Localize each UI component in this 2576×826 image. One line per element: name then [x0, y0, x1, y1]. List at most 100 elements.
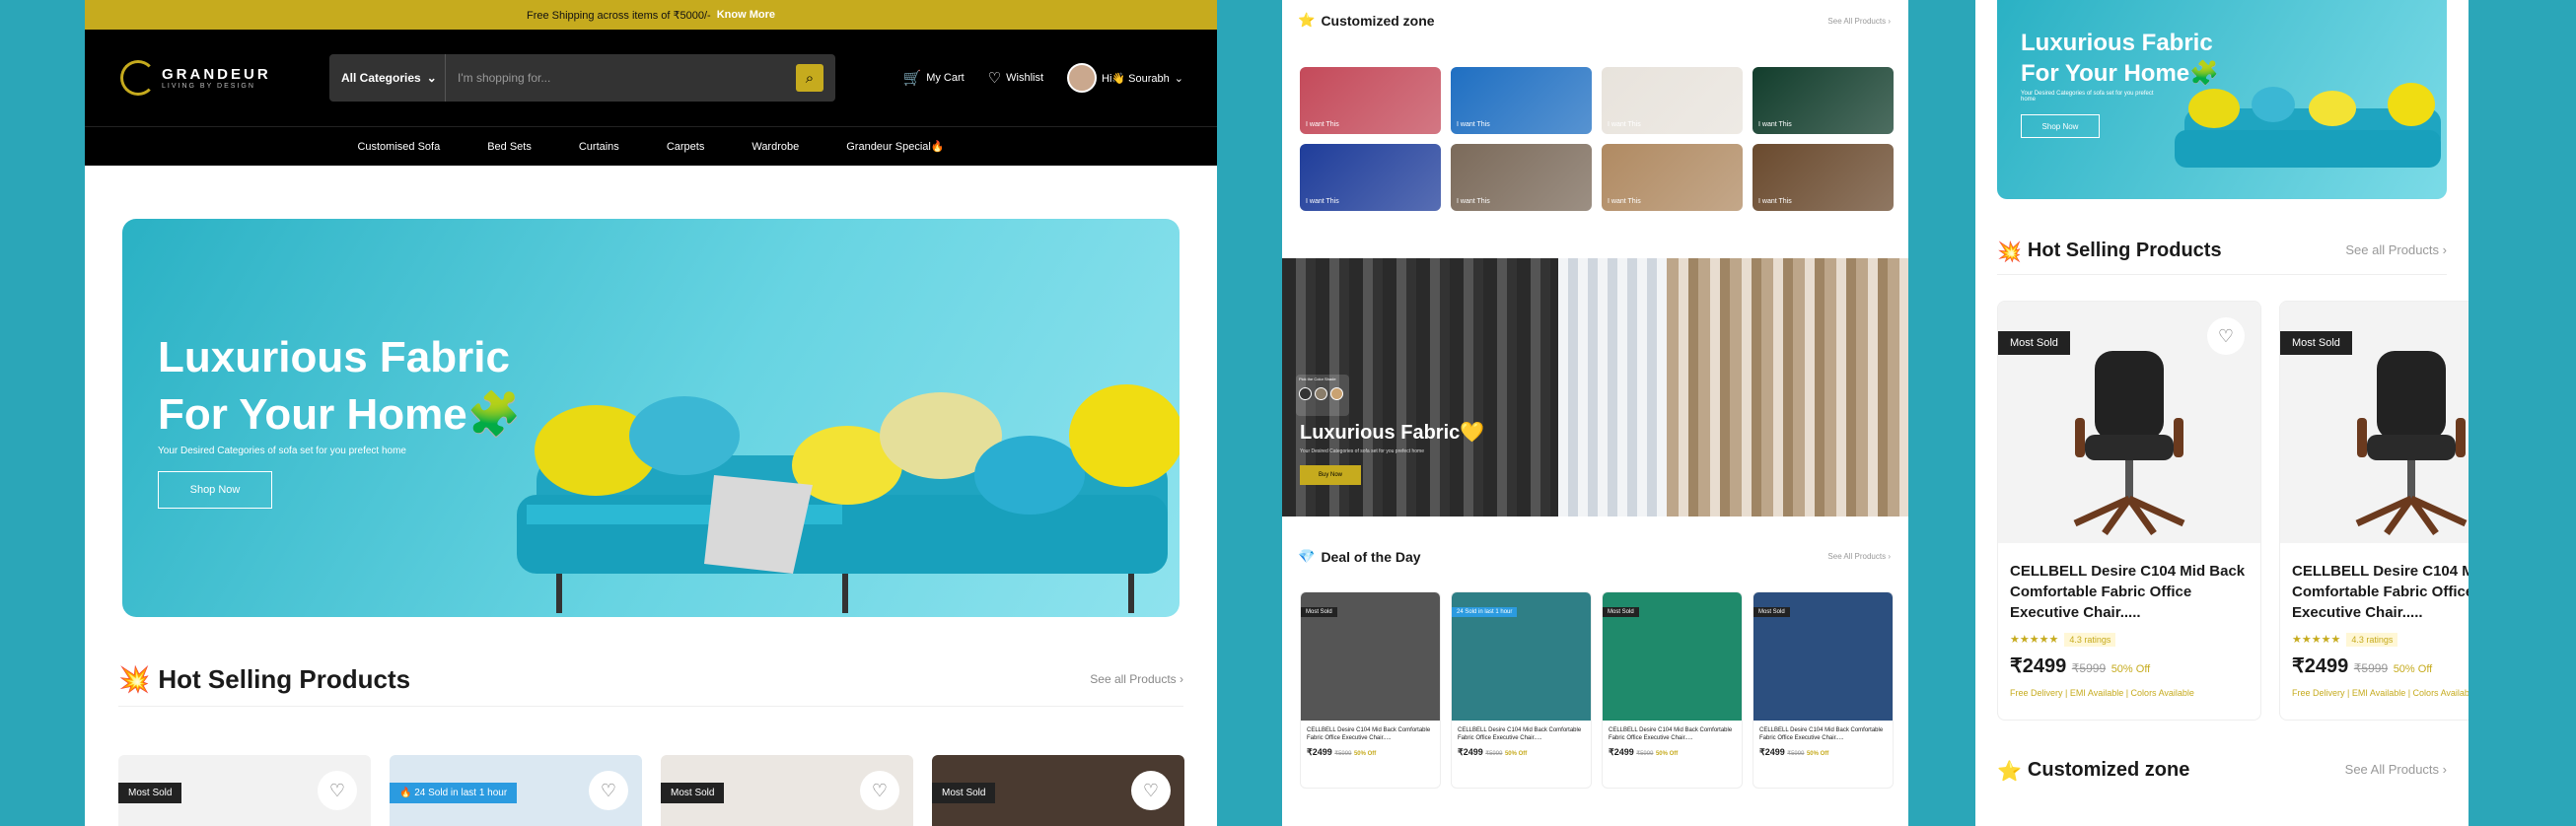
product-title: CELLBELL Desire C104 Mid Back Comfortabl… [1307, 727, 1431, 741]
customized-zone-heading: ⭐ Customized zone [1997, 759, 2190, 783]
fabric-swatch[interactable]: I want This [1300, 144, 1441, 211]
fabric-swatch[interactable]: I want This [1300, 67, 1441, 134]
nav-item-wardrobe[interactable]: Wardrobe [751, 141, 799, 153]
diamond-icon: 💎 [1298, 548, 1316, 564]
deal-card[interactable]: Most Sold CELLBELL Desire C104 Mid Back C… [1602, 591, 1743, 789]
shop-now-button[interactable]: Shop Now [158, 471, 272, 509]
shade-swatch[interactable] [1315, 387, 1327, 400]
fabric-swatch-label: I want This [1306, 198, 1339, 205]
hot-selling-heading: 💥 Hot Selling Products [118, 664, 411, 694]
cart-link[interactable]: 🛒 My Cart [903, 69, 965, 87]
product-image: Most Sold♡ [2280, 302, 2469, 543]
product-badge: Most Sold [118, 783, 182, 803]
fabric-swatch-label: I want This [1608, 198, 1641, 205]
color-shade-picker[interactable]: Pick the Color Shade [1296, 375, 1349, 416]
product-card[interactable]: Most Sold ♡ [932, 755, 1184, 826]
product-badge: Most Sold [2280, 331, 2352, 355]
site-header: GRANDEUR LIVING BY DESIGN All Categories… [85, 30, 1217, 126]
curtain-banner-title: Luxurious Fabric💛 [1300, 422, 1485, 444]
customized-zone-page: ⭐ Customized zone See All Products › I wa… [1282, 0, 1908, 826]
product-title: CELLBELL Desire C104 Mid Back Comfortabl… [1609, 727, 1733, 741]
product-badge: Most Sold [1753, 607, 1790, 617]
product-card[interactable]: Most Sold ♡ [118, 755, 371, 826]
see-all-products-link[interactable]: See all Products › [1090, 672, 1183, 686]
product-price-row: ₹2499 ₹5999 50% Off [2010, 655, 2151, 677]
search-icon: ⌕ [805, 69, 815, 87]
category-nav: Customised Sofa Bed Sets Curtains Carpet… [85, 126, 1217, 166]
shade-swatch[interactable] [1330, 387, 1343, 400]
rating-row: ★★★★★ 4.3 ratings [2280, 623, 2469, 647]
mobile-home-page: Luxurious Fabric For Your Home🧩 Your Desi… [1975, 0, 2469, 826]
cart-icon: 🛒 [902, 70, 922, 87]
desktop-home-page: Free Shipping across items of ₹5000/- Kn… [85, 0, 1217, 826]
delivery-info: Free Delivery | EMI Available | Colors A… [2292, 688, 2469, 698]
product-badge: Most Sold [661, 783, 725, 803]
product-title: CELLBELL Desire C104 Mid Back Comfortabl… [1759, 727, 1884, 741]
brand-logo[interactable]: GRANDEUR LIVING BY DESIGN [120, 60, 271, 96]
fabric-swatch[interactable]: I want This [1451, 67, 1592, 134]
product-card[interactable]: Most Sold ♡ [661, 755, 913, 826]
cart-label: My Cart [926, 72, 965, 84]
deal-card[interactable]: Most Sold CELLBELL Desire C104 Mid Back C… [1753, 591, 1894, 789]
star-rating-icon: ★★★★★ [2292, 634, 2341, 646]
hot-selling-heading: 💥 Hot Selling Products [1997, 240, 2222, 263]
fabric-swatch-label: I want This [1306, 121, 1339, 128]
avatar [1067, 63, 1098, 93]
know-more-link[interactable]: Know More [717, 9, 775, 21]
product-badge: Most Sold [1301, 607, 1337, 617]
product-badge: Most Sold [1998, 331, 2070, 355]
deal-card[interactable]: 24 Sold in last 1 hour CELLBELL Desire C1… [1451, 591, 1592, 789]
fabric-swatch[interactable]: I want This [1602, 144, 1743, 211]
brand-tagline: LIVING BY DESIGN [162, 83, 255, 90]
sparkle-icon: 💥 [1997, 241, 2022, 263]
delivery-info: Free Delivery | EMI Available | Colors A… [2010, 688, 2194, 698]
hero-subtitle: Your Desired Categories of sofa set for … [2021, 91, 2154, 103]
search-bar: All Categories ⌄ I'm shopping for... ⌕ [329, 54, 835, 102]
product-card[interactable]: 🔥 24 Sold in last 1 hour ♡ [390, 755, 642, 826]
shade-swatch[interactable] [1299, 387, 1312, 400]
product-card[interactable]: Most Sold♡CELLBELL Desire C104 Mid Back … [2279, 301, 2469, 721]
deal-card[interactable]: Most Sold CELLBELL Desire C104 Mid Back C… [1300, 591, 1441, 789]
wishlist-heart-icon[interactable]: ♡ [2207, 317, 2245, 355]
rating-count: 4.3 ratings [2064, 633, 2116, 647]
logo-mark-icon [120, 60, 156, 96]
fabric-swatch[interactable]: I want This [1753, 144, 1894, 211]
fabric-swatch[interactable]: I want This [1451, 144, 1592, 211]
office-chair-image [2073, 351, 2185, 536]
see-all-products-link[interactable]: See all Products › [2345, 242, 2447, 257]
nav-item-carpets[interactable]: Carpets [667, 141, 705, 153]
user-menu[interactable]: Hi👋 Sourabh ⌄ [1067, 63, 1183, 93]
shop-now-button[interactable]: Shop Now [2021, 114, 2100, 138]
product-price-row: ₹2499 ₹5999 50% Off [1609, 747, 1679, 757]
see-all-products-link[interactable]: See All Products › [1827, 552, 1891, 561]
see-all-products-link[interactable]: See All Products › [2345, 762, 2447, 777]
nav-item-customised-sofa[interactable]: Customised Sofa [357, 141, 440, 153]
nav-item-grandeur-special[interactable]: Grandeur Special🔥 [846, 140, 944, 153]
sofa-image [517, 384, 1180, 613]
product-price-row: ₹2499 ₹5999 50% Off [1458, 747, 1528, 757]
divider [118, 706, 1183, 707]
product-card[interactable]: Most Sold♡CELLBELL Desire C104 Mid Back … [1997, 301, 2261, 721]
nav-item-curtains[interactable]: Curtains [579, 141, 619, 153]
fabric-swatch-label: I want This [1457, 198, 1490, 205]
wishlist-link[interactable]: ♡ Wishlist [988, 69, 1043, 87]
star-icon: ⭐ [1298, 12, 1316, 28]
wishlist-heart-icon[interactable]: ♡ [1131, 771, 1171, 810]
buy-now-button[interactable]: Buy Now [1300, 465, 1361, 485]
fabric-swatch[interactable]: I want This [1753, 67, 1894, 134]
curtain-banner-subtitle: Your Desired Categories of sofa set for … [1300, 448, 1424, 454]
wishlist-heart-icon[interactable]: ♡ [860, 771, 899, 810]
search-button[interactable]: ⌕ [796, 64, 823, 92]
sofa-image [2175, 83, 2441, 168]
hero-subtitle: Your Desired Categories of sofa set for … [158, 446, 406, 456]
user-greeting: Hi👋 Sourabh [1102, 72, 1170, 85]
category-select[interactable]: All Categories ⌄ [329, 54, 446, 102]
wishlist-heart-icon[interactable]: ♡ [318, 771, 357, 810]
search-input[interactable]: I'm shopping for... [446, 71, 796, 85]
see-all-products-link[interactable]: See All Products › [1827, 17, 1891, 26]
nav-item-bed-sets[interactable]: Bed Sets [487, 141, 532, 153]
fabric-swatch[interactable]: I want This [1602, 67, 1743, 134]
product-badge: 24 Sold in last 1 hour [1452, 607, 1518, 617]
announcement-bar: Free Shipping across items of ₹5000/- Kn… [85, 0, 1217, 30]
wishlist-heart-icon[interactable]: ♡ [589, 771, 628, 810]
